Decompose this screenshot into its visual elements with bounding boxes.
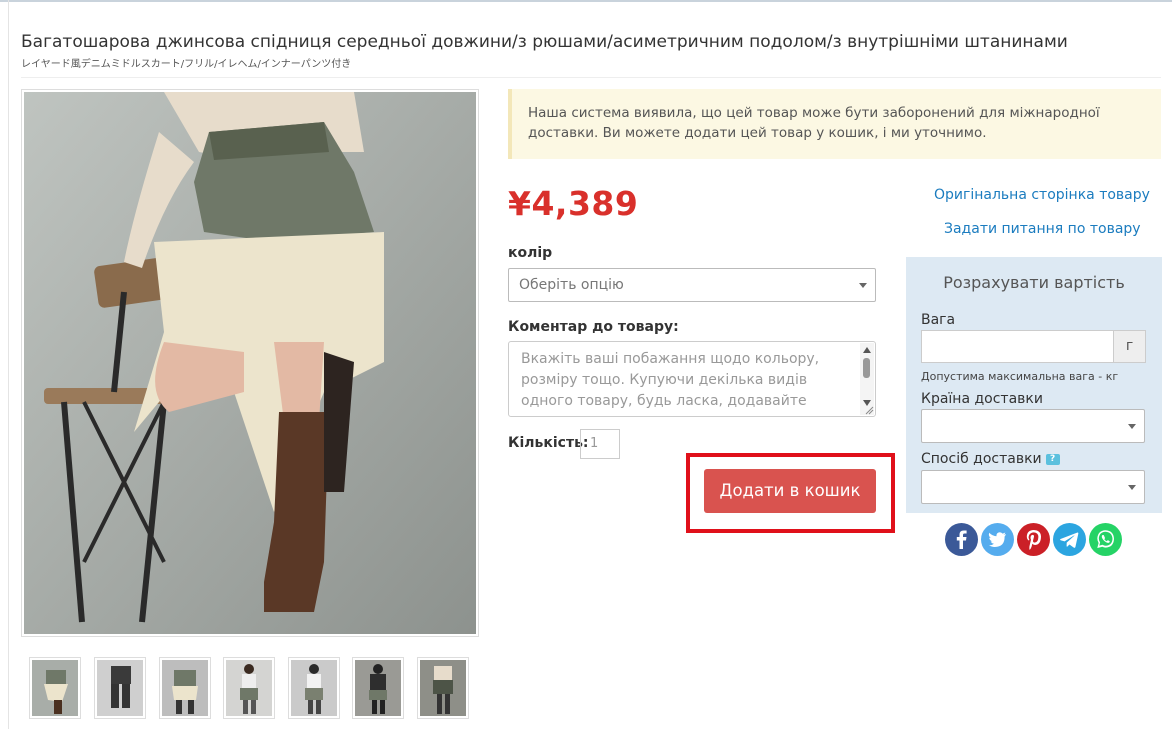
thumbnail-2[interactable] [94,657,146,719]
weight-label: Вага [921,312,956,328]
telegram-share-icon[interactable] [1053,523,1086,556]
chevron-down-icon [1128,485,1136,490]
facebook-share-icon[interactable] [945,523,978,556]
product-subtitle: レイヤード風デニムミドルスカート/フリル/イレヘム/インナーパンツ付き [21,59,352,70]
resize-grip-icon[interactable] [864,405,874,415]
title-divider [21,77,1161,78]
thumbnail-3[interactable] [159,657,211,719]
product-price: ¥4,389 [508,184,639,223]
chevron-down-icon [859,283,867,288]
comment-placeholder: Вкажіть ваші побажання щодо кольору, роз… [521,351,820,416]
thumbnail-5[interactable] [288,657,340,719]
main-product-image[interactable] [21,89,479,637]
product-title: Багатошарова джинсова спідниця середньої… [21,32,1068,52]
weight-input[interactable] [921,330,1114,363]
thumbnail-1[interactable] [29,657,81,719]
left-border [8,0,9,729]
weight-hint: Допустима максимальна вага - кг [921,370,1119,383]
scroll-thumb[interactable] [863,358,870,378]
delivery-method-label: Спосіб доставки? [921,451,1060,467]
product-photo-illustration [24,92,476,634]
thumbnail-4[interactable] [223,657,275,719]
thumbnail-6[interactable] [352,657,404,719]
color-select[interactable]: Оберіть опцію [508,268,876,302]
quantity-label: Кількість: [508,435,589,451]
delivery-method-select[interactable] [921,470,1145,504]
calculator-title: Розрахувати вартість [943,273,1125,292]
color-select-placeholder: Оберіть опцію [519,277,624,293]
thumbnail-7[interactable] [417,657,469,719]
original-page-link[interactable]: Оригінальна сторінка товару [934,187,1150,203]
pinterest-share-icon[interactable] [1017,523,1050,556]
chevron-down-icon [1128,424,1136,429]
add-to-cart-button[interactable]: Додати в кошик [704,469,876,513]
country-label: Країна доставки [921,391,1043,407]
country-select[interactable] [921,409,1145,443]
twitter-share-icon[interactable] [981,523,1014,556]
delivery-method-text: Спосіб доставки [921,451,1042,467]
weight-unit: г [1113,330,1146,363]
ask-question-link[interactable]: Задати питання по товару [944,221,1141,237]
comment-textarea[interactable]: Вкажіть ваші побажання щодо кольору, роз… [508,341,876,417]
top-border [0,0,1172,2]
scroll-up-icon[interactable] [863,347,871,353]
shipping-restriction-notice: Наша система виявила, що цей товар може … [508,89,1161,159]
help-icon[interactable]: ? [1045,453,1060,465]
quantity-input[interactable]: 1 [580,429,620,459]
shipping-calculator: Розрахувати вартість Вага г Допустима ма… [906,257,1162,513]
whatsapp-share-icon[interactable] [1089,523,1122,556]
color-label: колір [508,245,553,261]
comment-label: Коментар до товару: [508,319,679,335]
